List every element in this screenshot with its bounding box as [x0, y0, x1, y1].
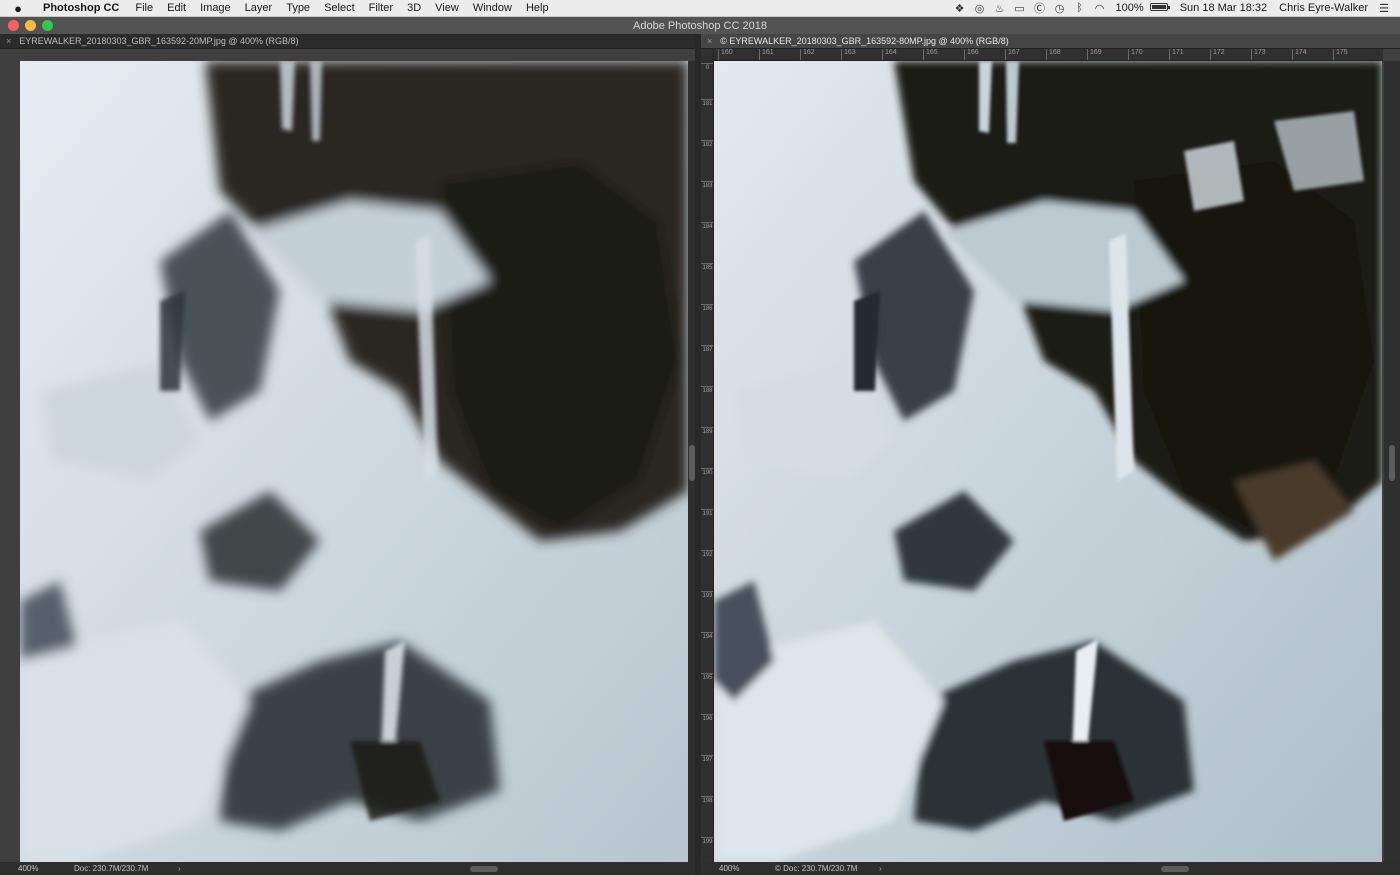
window-controls	[8, 20, 53, 31]
ruler-tick: 195	[701, 673, 713, 681]
close-window-button[interactable]	[8, 20, 19, 31]
ruler-tick: 160	[718, 49, 733, 60]
ruler-tick: 192	[701, 550, 713, 558]
close-tab-icon[interactable]: ×	[707, 36, 712, 46]
dropbox-icon[interactable]: ❖	[950, 2, 970, 15]
macos-menu-bar: ● Photoshop CC File Edit Image Layer Typ…	[0, 0, 1400, 17]
wifi-icon[interactable]: ◠	[1090, 2, 1110, 15]
ruler-tick: 170	[1128, 49, 1143, 60]
ruler-tick: 184	[701, 222, 713, 230]
document-pane-20mp: × EYREWALKER_20180303_GBR_163592-20MP.jp…	[0, 34, 696, 875]
ruler-tick: 198	[701, 796, 713, 804]
minimize-window-button[interactable]	[25, 20, 36, 31]
ruler-tick: 169	[1087, 49, 1102, 60]
vertical-ruler[interactable]: 0 181 182 183 184 185 186 187 188 189 19…	[701, 49, 714, 862]
ruler-tick: 162	[800, 49, 815, 60]
menu-type[interactable]: Type	[279, 0, 317, 17]
menu-select[interactable]: Select	[317, 0, 362, 17]
app-title: Adobe Photoshop CC 2018	[633, 19, 767, 32]
battery-percent: 100%	[1115, 2, 1144, 14]
ruler-tick: 175	[1333, 49, 1348, 60]
creative-cloud-icon[interactable]: ◎	[970, 2, 990, 15]
ruler-tick: 196	[701, 714, 713, 722]
ruler-tick: 186	[701, 304, 713, 312]
ruler-tick: 181	[701, 99, 713, 107]
menu-filter[interactable]: Filter	[362, 0, 400, 17]
ruler-tick: 163	[841, 49, 856, 60]
close-tab-icon[interactable]: ×	[6, 36, 11, 46]
ruler-tick: 191	[701, 509, 713, 517]
ruler-tick: 187	[701, 345, 713, 353]
doc-size: © Doc: 230.7M/230.7M	[775, 864, 858, 873]
notification-list-icon[interactable]: ☰	[1374, 2, 1394, 15]
zoom-level[interactable]: 400%	[719, 864, 775, 873]
apple-menu-icon[interactable]: ●	[0, 1, 36, 16]
menu-edit[interactable]: Edit	[160, 0, 193, 17]
image-canvas-80mp[interactable]	[714, 61, 1382, 862]
status-menu-arrow-icon[interactable]: ›	[178, 864, 181, 873]
document-tab-20mp[interactable]: × EYREWALKER_20180303_GBR_163592-20MP.jp…	[0, 34, 695, 49]
ruler-tick: 168	[1046, 49, 1061, 60]
zoom-level[interactable]: 400%	[18, 864, 74, 873]
menu-file[interactable]: File	[128, 0, 160, 17]
horizontal-ruler[interactable]: 160 161 162 163 164 165 166 167 168 169 …	[714, 49, 1383, 61]
menu-image[interactable]: Image	[193, 0, 238, 17]
ruler-tick: 188	[701, 386, 713, 394]
battery-indicator[interactable]: 100%	[1110, 2, 1174, 14]
flame-icon[interactable]: ♨	[990, 2, 1010, 15]
ruler-tick: 183	[701, 181, 713, 189]
ruler-tick: 164	[882, 49, 897, 60]
time-machine-icon[interactable]: ◷	[1050, 2, 1070, 15]
ruler-tick: 199	[701, 837, 713, 845]
ruler-tick: 172	[1210, 49, 1225, 60]
status-menu-arrow-icon[interactable]: ›	[879, 864, 882, 873]
ruler-tick: 197	[701, 755, 713, 763]
scrollbar-thumb[interactable]	[1389, 445, 1395, 481]
ruler-tick: 165	[923, 49, 938, 60]
ruler-tick: 161	[759, 49, 774, 60]
document-tab-title: EYREWALKER_20180303_GBR_163592-20MP.jpg …	[19, 36, 299, 46]
horizontal-scrollbar-thumb[interactable]	[470, 866, 498, 872]
status-bar: 400% © Doc: 230.7M/230.7M ›	[701, 862, 1400, 875]
ruler-tick: 0	[701, 63, 713, 72]
ruler-tick: 194	[701, 632, 713, 640]
app-title-bar: Adobe Photoshop CC 2018	[0, 17, 1400, 34]
vertical-scrollbar[interactable]	[1384, 61, 1400, 862]
c-icon[interactable]: Ⓒ	[1030, 0, 1050, 16]
ruler-tick: 190	[701, 468, 713, 476]
doc-size: Doc: 230.7M/230.7M	[74, 864, 149, 873]
battery-level-fill	[1151, 5, 1166, 9]
battery-icon	[1149, 3, 1170, 11]
menu-help[interactable]: Help	[519, 0, 556, 17]
maximize-window-button[interactable]	[42, 20, 53, 31]
document-tab-title: © EYREWALKER_20180303_GBR_163592-80MP.jp…	[720, 36, 1009, 46]
ice-photo-20mp	[20, 61, 688, 862]
ruler-tick: 167	[1005, 49, 1020, 60]
ruler-tick: 185	[701, 263, 713, 271]
ruler-tick: 171	[1169, 49, 1184, 60]
bluetooth-icon[interactable]: ᛒ	[1070, 2, 1090, 14]
horizontal-scrollbar-thumb[interactable]	[1161, 866, 1189, 872]
ruler-tick: 166	[964, 49, 979, 60]
ruler-tick: 173	[1251, 49, 1266, 60]
menu-view[interactable]: View	[428, 0, 466, 17]
display-icon[interactable]: ▭	[1010, 2, 1030, 15]
ice-photo-80mp	[714, 61, 1382, 862]
image-canvas-20mp[interactable]	[20, 61, 688, 862]
document-tab-80mp[interactable]: × © EYREWALKER_20180303_GBR_163592-80MP.…	[701, 34, 1400, 49]
menu-window[interactable]: Window	[466, 0, 519, 17]
document-pane-80mp: × © EYREWALKER_20180303_GBR_163592-80MP.…	[701, 34, 1400, 875]
ruler-tick: 182	[701, 140, 713, 148]
ruler-tick: 193	[701, 591, 713, 599]
clock[interactable]: Sun 18 Mar 18:32	[1174, 2, 1273, 14]
menu-3d[interactable]: 3D	[400, 0, 428, 17]
menu-layer[interactable]: Layer	[238, 0, 280, 17]
ruler-tick: 174	[1292, 49, 1307, 60]
app-menu[interactable]: Photoshop CC	[36, 0, 128, 17]
status-bar: 400% Doc: 230.7M/230.7M ›	[0, 862, 695, 875]
user-menu[interactable]: Chris Eyre-Walker	[1273, 2, 1374, 14]
ruler-tick: 189	[701, 427, 713, 435]
